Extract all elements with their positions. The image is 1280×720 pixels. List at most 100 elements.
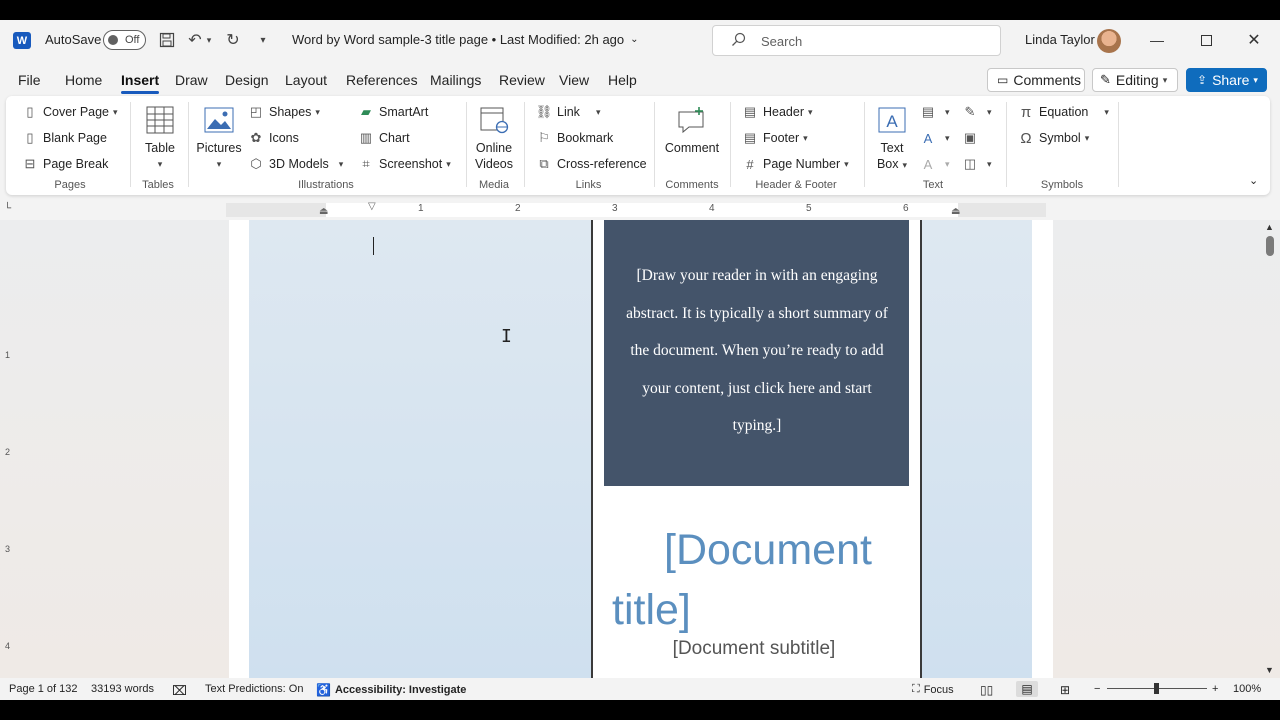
left-indent-marker[interactable]: ⏏ <box>319 206 328 217</box>
minimize-icon[interactable]: — <box>1145 28 1169 52</box>
word-count[interactable]: 33193 words <box>91 683 154 695</box>
smartart-button[interactable]: ▰ SmartArt <box>358 104 428 120</box>
redo-icon[interactable]: ↻ <box>222 29 244 51</box>
first-line-indent-marker[interactable]: ▽ <box>368 201 376 212</box>
proofing-icon[interactable]: ⌧ <box>172 683 187 699</box>
chevron-down-icon: ▾ <box>945 132 950 143</box>
user-name[interactable]: Linda Taylor <box>1025 32 1095 47</box>
scroll-up-icon[interactable]: ▲ <box>1265 222 1274 232</box>
focus-button[interactable]: ⛶ Focus <box>912 683 954 696</box>
close-icon[interactable]: ✕ <box>1242 28 1266 52</box>
tab-draw[interactable]: Draw <box>175 72 208 88</box>
scroll-thumb[interactable] <box>1266 236 1274 256</box>
accessibility-status[interactable]: ♿ Accessibility: Investigate <box>316 683 466 697</box>
group-divider <box>864 102 865 187</box>
document-title[interactable]: Word by Word sample-3 title page • Last … <box>292 32 639 47</box>
equation-button[interactable]: π Equation ▾ <box>1018 104 1109 121</box>
tab-layout[interactable]: Layout <box>285 72 327 88</box>
document-title-placeholder[interactable]: [Document title] <box>612 520 912 640</box>
chevron-down-icon: ⌄ <box>630 34 639 45</box>
online-videos-button[interactable]: Online Videos <box>472 104 516 172</box>
smartart-label: SmartArt <box>379 105 429 119</box>
editing-button[interactable]: ✎ Editing ▾ <box>1092 68 1178 92</box>
page-break-button[interactable]: ⊟ Page Break <box>22 156 109 172</box>
page-number-button[interactable]: # Page Number ▾ <box>742 156 848 172</box>
undo-dropdown-icon[interactable]: ▾ <box>202 29 216 51</box>
omega-icon: Ω <box>1020 129 1032 147</box>
print-layout-icon[interactable]: ▤ <box>1016 681 1038 697</box>
screenshot-button[interactable]: ⌗ Screenshot ▾ <box>358 156 450 172</box>
text-label: Text <box>880 141 904 155</box>
cover-page-icon: ▯ <box>26 104 34 119</box>
tab-help[interactable]: Help <box>608 72 637 88</box>
zoom-out-icon[interactable]: − <box>1094 683 1100 695</box>
document-subtitle-placeholder[interactable]: [Document subtitle] <box>604 638 904 660</box>
search-icon <box>731 32 746 51</box>
wordart-button[interactable]: A ▾ <box>920 130 950 146</box>
date-time-button[interactable]: ▣ <box>962 130 983 146</box>
tab-insert[interactable]: Insert <box>121 72 160 94</box>
abstract-text[interactable]: [Draw your reader in with an engaging ab… <box>618 257 896 445</box>
tab-mailings[interactable]: Mailings <box>430 72 481 88</box>
chevron-down-icon: ▾ <box>338 158 344 169</box>
signature-line-button[interactable]: ✎ ▾ <box>962 104 992 120</box>
share-button[interactable]: ⇪ Share ▾ <box>1186 68 1267 92</box>
shapes-button[interactable]: ◰ Shapes ▾ <box>248 104 320 120</box>
chevron-down-icon: ▾ <box>1084 132 1090 143</box>
ruler-number: 5 <box>806 203 812 214</box>
text-box-icon: A <box>876 104 908 136</box>
ribbon-tabs: File Home Insert Draw Design Layout Refe… <box>0 68 1280 94</box>
web-layout-icon[interactable]: ⊞ <box>1060 683 1070 697</box>
avatar[interactable] <box>1097 29 1121 53</box>
text-box-button[interactable]: A Text Box ▾ <box>872 104 912 173</box>
3d-models-button[interactable]: ⬡ 3D Models ▾ <box>248 156 343 172</box>
right-indent-marker[interactable]: ⏏ <box>951 206 960 217</box>
scroll-down-icon[interactable]: ▼ <box>1265 665 1274 675</box>
customize-qat-icon[interactable]: ▾ <box>252 29 274 51</box>
icons-button[interactable]: ✿ Icons <box>248 130 299 146</box>
chevron-down-icon: ▾ <box>216 159 222 169</box>
zoom-level[interactable]: 100% <box>1233 683 1261 695</box>
cross-reference-button[interactable]: ⧉ Cross-reference <box>536 156 646 172</box>
text-predictions[interactable]: Text Predictions: On <box>205 683 303 695</box>
cover-page-button[interactable]: ▯ Cover Page ▾ <box>22 104 117 120</box>
toggle-knob <box>108 35 118 45</box>
comment-button[interactable]: Comment <box>662 104 722 156</box>
maximize-icon[interactable] <box>1194 28 1218 52</box>
word-app-icon: W <box>13 32 31 49</box>
zoom-in-icon[interactable]: + <box>1212 683 1218 695</box>
chart-button[interactable]: ▥ Chart <box>358 130 410 146</box>
pictures-icon <box>203 104 235 136</box>
tab-design[interactable]: Design <box>225 72 269 88</box>
bookmark-button[interactable]: ⚐ Bookmark <box>536 130 613 146</box>
page-count[interactable]: Page 1 of 132 <box>9 683 78 695</box>
quick-parts-button[interactable]: ▤ ▾ <box>920 104 950 120</box>
object-button[interactable]: ◫ ▾ <box>962 156 992 172</box>
table-button[interactable]: Table ▾ <box>140 104 180 172</box>
box-label-row: Box ▾ <box>877 156 907 173</box>
tab-review[interactable]: Review <box>499 72 545 88</box>
autosave-toggle[interactable]: Off <box>103 30 146 50</box>
tab-selector-icon[interactable]: └ <box>4 203 11 214</box>
tab-references[interactable]: References <box>346 72 418 88</box>
footer-button[interactable]: ▤ Footer ▾ <box>742 130 808 146</box>
save-icon[interactable] <box>156 29 178 51</box>
zoom-slider-thumb[interactable] <box>1154 683 1159 694</box>
comment-icon: ▭ <box>997 73 1009 87</box>
tab-view[interactable]: View <box>559 72 589 88</box>
blank-page-button[interactable]: ▯ Blank Page <box>22 130 107 146</box>
collapse-ribbon-icon[interactable]: ⌄ <box>1249 174 1258 187</box>
vertical-scrollbar[interactable]: ▲ ▼ <box>1263 220 1277 678</box>
3d-models-label: 3D Models <box>269 157 329 171</box>
read-mode-icon[interactable]: ▯▯ <box>980 683 993 697</box>
ibeam-cursor-icon: I <box>501 326 512 347</box>
cover-left-panel[interactable] <box>249 220 592 678</box>
symbol-button[interactable]: Ω Symbol ▾ <box>1018 129 1090 147</box>
tab-home[interactable]: Home <box>65 72 102 88</box>
header-button[interactable]: ▤ Header ▾ <box>742 104 813 120</box>
link-button[interactable]: ⛓ Link ▾ <box>536 104 601 120</box>
tab-file[interactable]: File <box>18 72 41 88</box>
search-input[interactable]: Search <box>712 25 1001 56</box>
pictures-button[interactable]: Pictures ▾ <box>196 104 242 172</box>
comments-button[interactable]: ▭ Comments <box>987 68 1085 92</box>
